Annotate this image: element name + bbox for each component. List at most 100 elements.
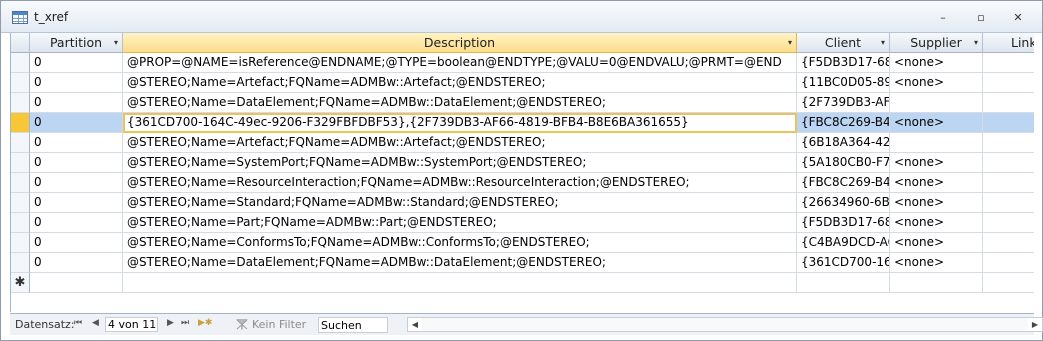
- current-record-field[interactable]: 4 von 11: [105, 317, 158, 332]
- cell-supplier[interactable]: <none>: [890, 53, 983, 73]
- column-header-supplier[interactable]: Supplier ▾: [890, 33, 983, 53]
- scroll-left-icon[interactable]: ◀: [408, 318, 422, 331]
- cell-partition[interactable]: 0: [30, 53, 123, 73]
- next-record-button[interactable]: ▶: [167, 318, 174, 328]
- cell-link[interactable]: [983, 113, 1034, 133]
- cell-client[interactable]: {F5DB3D17-688: [797, 213, 890, 233]
- table-row[interactable]: 0 @PROP=@NAME=isReference@ENDNAME;@TYPE=b…: [11, 53, 1034, 73]
- cell-partition[interactable]: 0: [30, 213, 123, 233]
- no-filter-toggle[interactable]: Kein Filter: [252, 318, 306, 331]
- column-header-link[interactable]: Link: [983, 33, 1034, 53]
- cell-description[interactable]: @STEREO;Name=SystemPort;FQName=ADMBw::Sy…: [123, 153, 797, 173]
- chevron-down-icon[interactable]: ▾: [974, 33, 978, 52]
- record-selector[interactable]: [11, 193, 30, 213]
- cell-link[interactable]: [983, 153, 1034, 173]
- cell-supplier[interactable]: [890, 133, 983, 153]
- cell-supplier[interactable]: [890, 93, 983, 113]
- cell-description[interactable]: @STEREO;Name=Part;FQName=ADMBw::Part;@EN…: [123, 213, 797, 233]
- cell-link[interactable]: [983, 173, 1034, 193]
- table-row[interactable]: 0 {361CD700-164C-49ec-9206-F329FBFDBF53},…: [11, 113, 1034, 133]
- cell-client[interactable]: {361CD700-164: [797, 253, 890, 273]
- cell-client[interactable]: {6B18A364-424: [797, 133, 890, 153]
- new-record-row[interactable]: ✱: [11, 273, 1034, 293]
- cell-description[interactable]: @STEREO;Name=ConformsTo;FQName=ADMBw::Co…: [123, 233, 797, 253]
- cell-client[interactable]: {FBC8C269-B47: [797, 113, 890, 133]
- table-row[interactable]: 0 @STEREO;Name=DataElement;FQName=ADMBw::…: [11, 93, 1034, 113]
- record-selector[interactable]: [11, 133, 30, 153]
- cell-supplier[interactable]: [890, 273, 983, 293]
- cell-partition[interactable]: 0: [30, 233, 123, 253]
- record-selector[interactable]: [11, 153, 30, 173]
- record-selector[interactable]: [11, 113, 30, 133]
- table-row[interactable]: 0 @STEREO;Name=SystemPort;FQName=ADMBw::S…: [11, 153, 1034, 173]
- cell-description[interactable]: [123, 273, 797, 293]
- chevron-down-icon[interactable]: ▾: [881, 33, 885, 52]
- cell-partition[interactable]: 0: [30, 113, 123, 133]
- record-selector[interactable]: [11, 233, 30, 253]
- cell-client[interactable]: {FBC8C269-B47: [797, 173, 890, 193]
- minimize-button[interactable]: –: [932, 10, 954, 26]
- cell-partition[interactable]: 0: [30, 253, 123, 273]
- cell-client[interactable]: [797, 273, 890, 293]
- cell-link[interactable]: [983, 73, 1034, 93]
- cell-partition[interactable]: 0: [30, 133, 123, 153]
- record-selector[interactable]: [11, 73, 30, 93]
- cell-link[interactable]: [983, 133, 1034, 153]
- cell-link[interactable]: [983, 93, 1034, 113]
- table-row[interactable]: 0 @STEREO;Name=ResourceInteraction;FQName…: [11, 173, 1034, 193]
- previous-record-button[interactable]: ◀: [92, 318, 99, 328]
- column-header-client[interactable]: Client ▾: [797, 33, 890, 53]
- cell-link[interactable]: [983, 193, 1034, 213]
- horizontal-scrollbar[interactable]: ◀ ▶: [407, 317, 1043, 332]
- table-row[interactable]: 0 @STEREO;Name=DataElement;FQName=ADMBw::…: [11, 253, 1034, 273]
- cell-link[interactable]: [983, 273, 1034, 293]
- cell-description[interactable]: {361CD700-164C-49ec-9206-F329FBFDBF53},{…: [123, 113, 797, 133]
- table-row[interactable]: 0 @STEREO;Name=Artefact;FQName=ADMBw::Art…: [11, 133, 1034, 153]
- cell-link[interactable]: [983, 253, 1034, 273]
- restore-button[interactable]: ▫: [970, 10, 992, 26]
- cell-partition[interactable]: 0: [30, 93, 123, 113]
- cell-description[interactable]: @STEREO;Name=DataElement;FQName=ADMBw::D…: [123, 253, 797, 273]
- record-selector[interactable]: [11, 253, 30, 273]
- cell-partition[interactable]: 0: [30, 153, 123, 173]
- select-all-corner[interactable]: [11, 33, 30, 53]
- table-row[interactable]: 0 @STEREO;Name=Artefact;FQName=ADMBw::Art…: [11, 73, 1034, 93]
- cell-description[interactable]: @STEREO;Name=DataElement;FQName=ADMBw::D…: [123, 93, 797, 113]
- cell-partition[interactable]: 0: [30, 73, 123, 93]
- record-selector[interactable]: [11, 93, 30, 113]
- record-selector[interactable]: [11, 213, 30, 233]
- new-record-button[interactable]: ▶✱: [198, 318, 212, 328]
- cell-partition[interactable]: 0: [30, 173, 123, 193]
- record-selector[interactable]: [11, 173, 30, 193]
- table-row[interactable]: 0 @STEREO;Name=ConformsTo;FQName=ADMBw::C…: [11, 233, 1034, 253]
- table-row[interactable]: 0 @STEREO;Name=Standard;FQName=ADMBw::Sta…: [11, 193, 1034, 213]
- cell-partition[interactable]: [30, 273, 123, 293]
- cell-supplier[interactable]: <none>: [890, 213, 983, 233]
- cell-description[interactable]: @STEREO;Name=Artefact;FQName=ADMBw::Arte…: [123, 73, 797, 93]
- cell-supplier[interactable]: <none>: [890, 233, 983, 253]
- column-header-partition[interactable]: Partition ▾: [30, 33, 123, 53]
- record-selector[interactable]: [11, 53, 30, 73]
- scroll-right-icon[interactable]: ▶: [1028, 318, 1042, 331]
- cell-client[interactable]: {26634960-6B8: [797, 193, 890, 213]
- cell-client[interactable]: {5A180CB0-F74: [797, 153, 890, 173]
- chevron-down-icon[interactable]: ▾: [114, 33, 118, 52]
- cell-link[interactable]: [983, 213, 1034, 233]
- first-record-button[interactable]: ⏮: [74, 318, 82, 328]
- cell-description[interactable]: @STEREO;Name=Artefact;FQName=ADMBw::Arte…: [123, 133, 797, 153]
- column-header-description[interactable]: Description ▾: [123, 33, 797, 53]
- cell-supplier[interactable]: <none>: [890, 253, 983, 273]
- cell-supplier[interactable]: <none>: [890, 173, 983, 193]
- cell-supplier[interactable]: <none>: [890, 153, 983, 173]
- cell-partition[interactable]: 0: [30, 193, 123, 213]
- cell-link[interactable]: [983, 53, 1034, 73]
- cell-client[interactable]: {C4BA9DCD-AC: [797, 233, 890, 253]
- cell-description[interactable]: @STEREO;Name=Standard;FQName=ADMBw::Stan…: [123, 193, 797, 213]
- last-record-button[interactable]: ⏭: [181, 318, 189, 328]
- close-button[interactable]: ✕: [1007, 10, 1029, 26]
- cell-client[interactable]: {2F739DB3-AF6: [797, 93, 890, 113]
- record-selector[interactable]: ✱: [11, 273, 30, 293]
- cell-supplier[interactable]: <none>: [890, 73, 983, 93]
- search-input[interactable]: [318, 317, 388, 333]
- cell-link[interactable]: [983, 233, 1034, 253]
